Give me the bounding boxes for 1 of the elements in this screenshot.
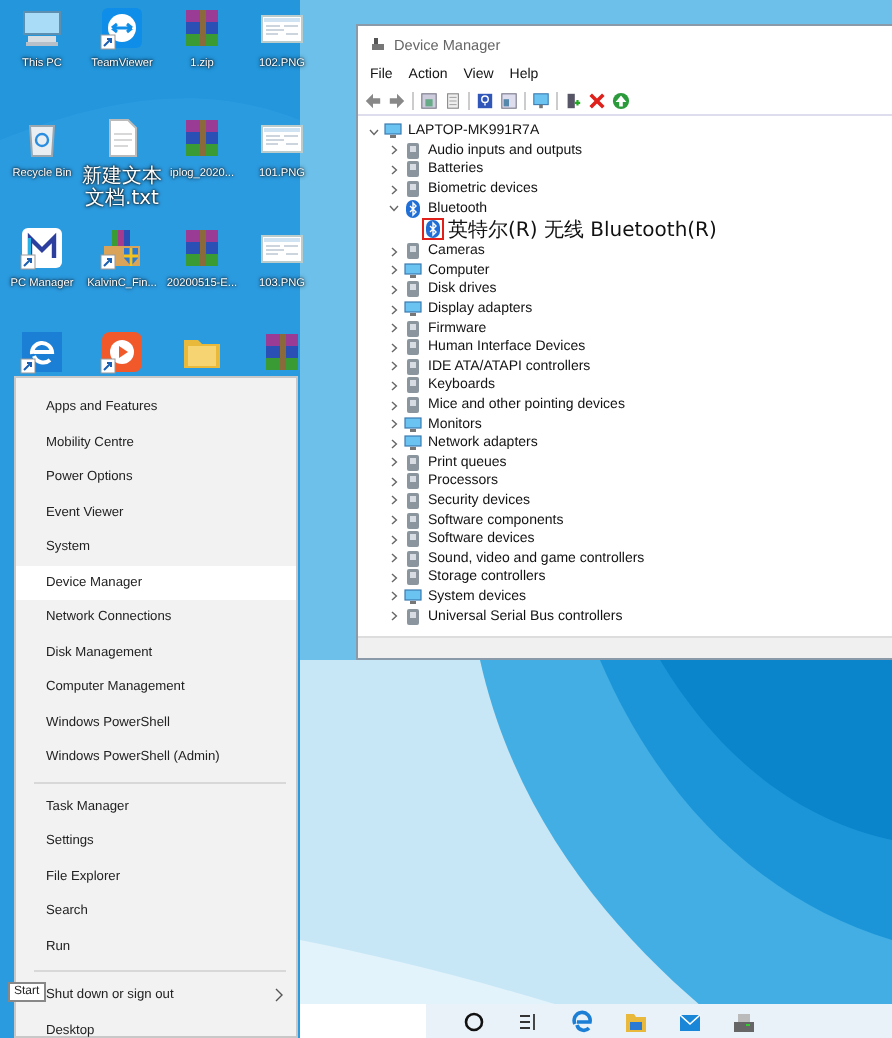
icon-label: 新建文本文档.txt: [80, 168, 164, 210]
